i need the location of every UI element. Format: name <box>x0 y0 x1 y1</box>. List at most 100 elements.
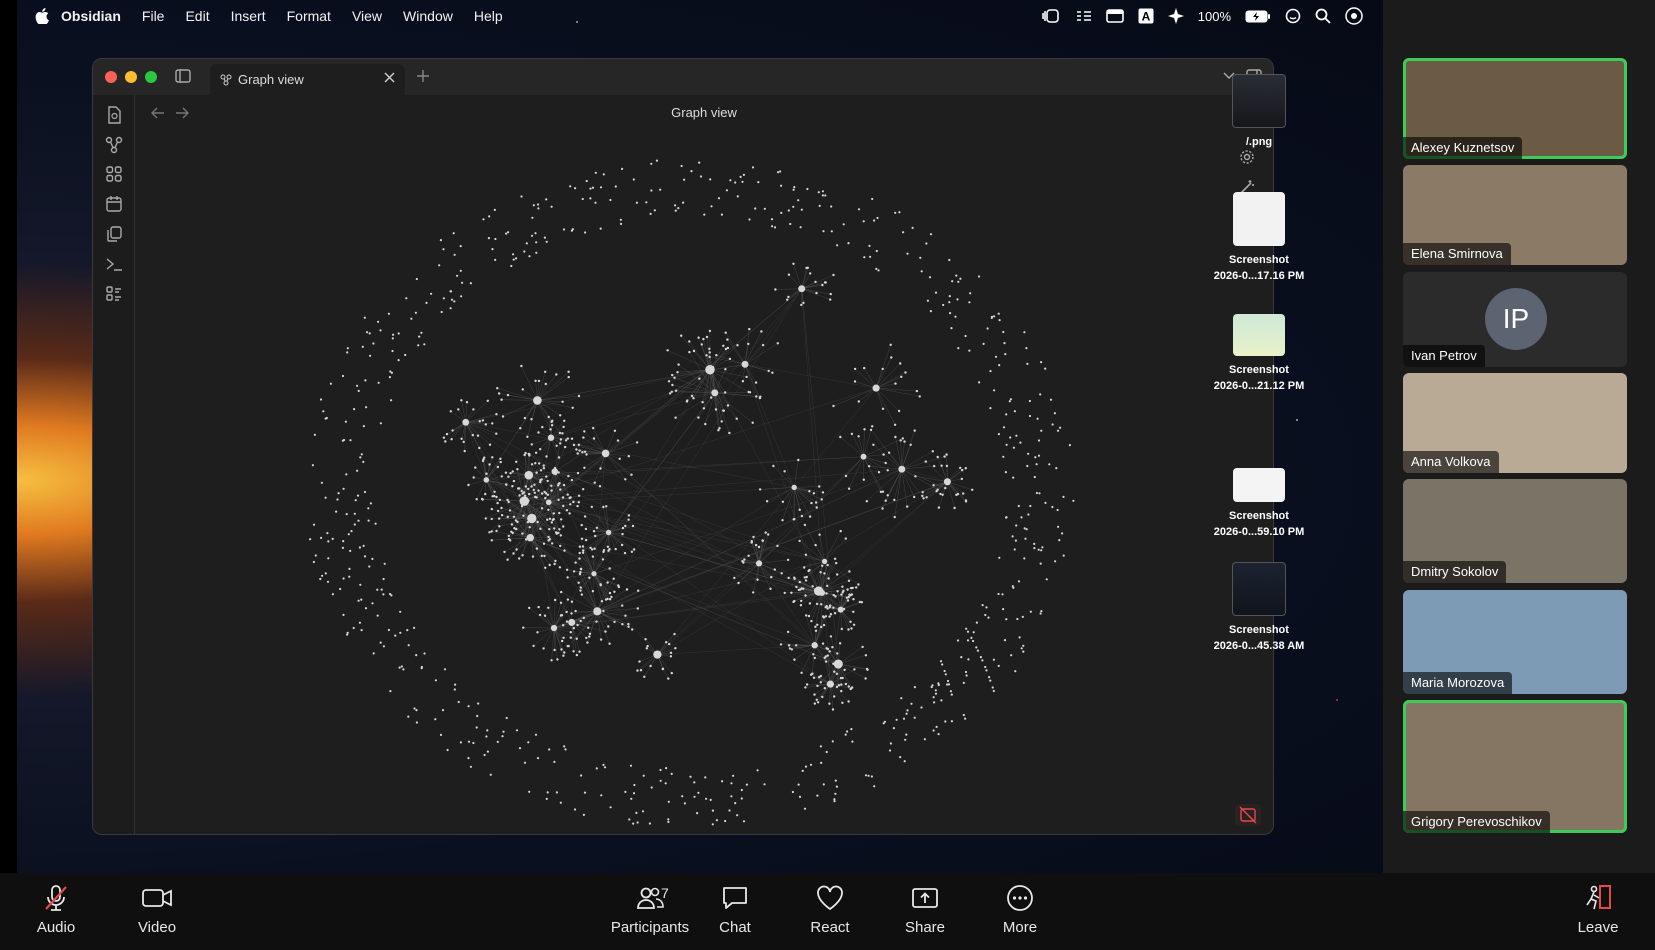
graph-node[interactable] <box>569 631 572 634</box>
graph-node[interactable] <box>997 592 1000 596</box>
graph-node[interactable] <box>570 229 573 232</box>
graph-node[interactable] <box>628 818 631 821</box>
graph-node[interactable] <box>438 264 441 267</box>
graph-node[interactable] <box>849 687 852 691</box>
graph-node[interactable] <box>793 599 796 603</box>
graph-node[interactable] <box>1040 361 1043 364</box>
control-icon[interactable] <box>1076 10 1092 22</box>
graph-node[interactable] <box>504 483 508 486</box>
graph-node[interactable] <box>659 768 662 772</box>
graph-node[interactable] <box>604 630 607 633</box>
graph-node[interactable] <box>786 298 789 301</box>
graph-node[interactable] <box>1061 532 1064 535</box>
graph-node[interactable] <box>693 781 696 784</box>
graph-node[interactable] <box>518 487 521 490</box>
graph-node[interactable] <box>617 584 620 587</box>
graph-node[interactable] <box>810 619 813 623</box>
graph-node[interactable] <box>454 683 457 686</box>
graph-node[interactable] <box>976 649 980 652</box>
graph-node[interactable] <box>860 453 867 460</box>
graph-node[interactable] <box>946 679 950 683</box>
graph-node[interactable] <box>681 795 684 798</box>
graph-node[interactable] <box>949 690 953 693</box>
graph-node[interactable] <box>624 790 627 794</box>
graph-node[interactable] <box>1002 608 1005 611</box>
graph-node[interactable] <box>324 417 327 420</box>
graph-node[interactable] <box>566 598 570 601</box>
graph-node[interactable] <box>331 593 334 596</box>
graph-node[interactable] <box>833 798 836 801</box>
graph-node[interactable] <box>965 674 968 677</box>
graph-node[interactable] <box>387 312 390 315</box>
menu-view[interactable]: View <box>352 8 382 24</box>
graph-node[interactable] <box>563 651 566 654</box>
graph-node[interactable] <box>920 270 923 273</box>
graph-node[interactable] <box>561 496 565 499</box>
graph-node[interactable] <box>982 342 985 345</box>
graph-node[interactable] <box>515 528 518 531</box>
graph-node[interactable] <box>867 774 870 777</box>
search-icon[interactable] <box>1315 8 1331 24</box>
graph-node[interactable] <box>1045 578 1048 581</box>
graph-node[interactable] <box>559 534 562 537</box>
graph-node[interactable] <box>445 432 449 436</box>
graph-node[interactable] <box>900 697 903 700</box>
graph-node[interactable] <box>674 204 677 207</box>
graph-node[interactable] <box>467 740 471 743</box>
graph-node[interactable] <box>565 610 568 614</box>
graph-node[interactable] <box>650 189 653 192</box>
graph-node[interactable] <box>1011 535 1014 538</box>
graph-node[interactable] <box>1072 499 1075 502</box>
graph-node[interactable] <box>950 720 954 723</box>
graph-node[interactable] <box>561 432 564 435</box>
graph-node[interactable] <box>981 604 984 607</box>
participant-tile[interactable]: Dmitry Sokolov <box>1403 479 1627 583</box>
graph-node[interactable] <box>368 332 371 335</box>
menu-app-name[interactable]: Obsidian <box>61 8 121 24</box>
graph-node[interactable] <box>643 675 646 678</box>
graph-node[interactable] <box>548 528 551 531</box>
graph-node[interactable] <box>844 682 848 686</box>
graph-node[interactable] <box>527 513 537 524</box>
graph-node[interactable] <box>815 506 818 509</box>
graph-node[interactable] <box>1022 644 1025 647</box>
graph-node[interactable] <box>798 539 801 543</box>
graph-node[interactable] <box>929 233 933 236</box>
graph-node[interactable] <box>959 277 962 280</box>
graph-node[interactable] <box>559 442 562 445</box>
graph-node[interactable] <box>791 484 797 491</box>
graph-node[interactable] <box>804 686 807 689</box>
graph-node[interactable] <box>923 738 927 741</box>
graph-node[interactable] <box>899 756 902 759</box>
graph-node[interactable] <box>342 540 345 543</box>
graph-node[interactable] <box>674 647 677 650</box>
graph-node[interactable] <box>837 684 841 687</box>
graph-node[interactable] <box>339 587 342 591</box>
graph-node[interactable] <box>536 631 539 634</box>
graph-node[interactable] <box>521 532 524 535</box>
graph-node[interactable] <box>951 280 954 283</box>
graph-node[interactable] <box>906 505 909 508</box>
graph-node[interactable] <box>756 769 759 772</box>
graph-node[interactable] <box>566 576 569 579</box>
graph-node[interactable] <box>670 772 673 776</box>
graph-node[interactable] <box>733 576 736 580</box>
graph-node[interactable] <box>833 659 843 669</box>
graph-node[interactable] <box>902 231 905 234</box>
graph-node[interactable] <box>798 795 802 799</box>
graph-node[interactable] <box>728 357 732 361</box>
graph-node[interactable] <box>501 735 504 738</box>
graph-node[interactable] <box>551 518 554 522</box>
graph-node[interactable] <box>1038 492 1041 495</box>
graph-node[interactable] <box>389 690 392 693</box>
graph-node[interactable] <box>718 427 721 430</box>
graph-node[interactable] <box>584 527 588 531</box>
graph-node[interactable] <box>1059 426 1062 429</box>
graph-node[interactable] <box>467 705 470 708</box>
graph-node[interactable] <box>481 498 484 501</box>
graph-node[interactable] <box>577 443 581 446</box>
graph-node[interactable] <box>821 194 825 197</box>
graph-node[interactable] <box>905 733 908 736</box>
graph-node[interactable] <box>499 460 502 464</box>
graph-node[interactable] <box>703 213 706 216</box>
